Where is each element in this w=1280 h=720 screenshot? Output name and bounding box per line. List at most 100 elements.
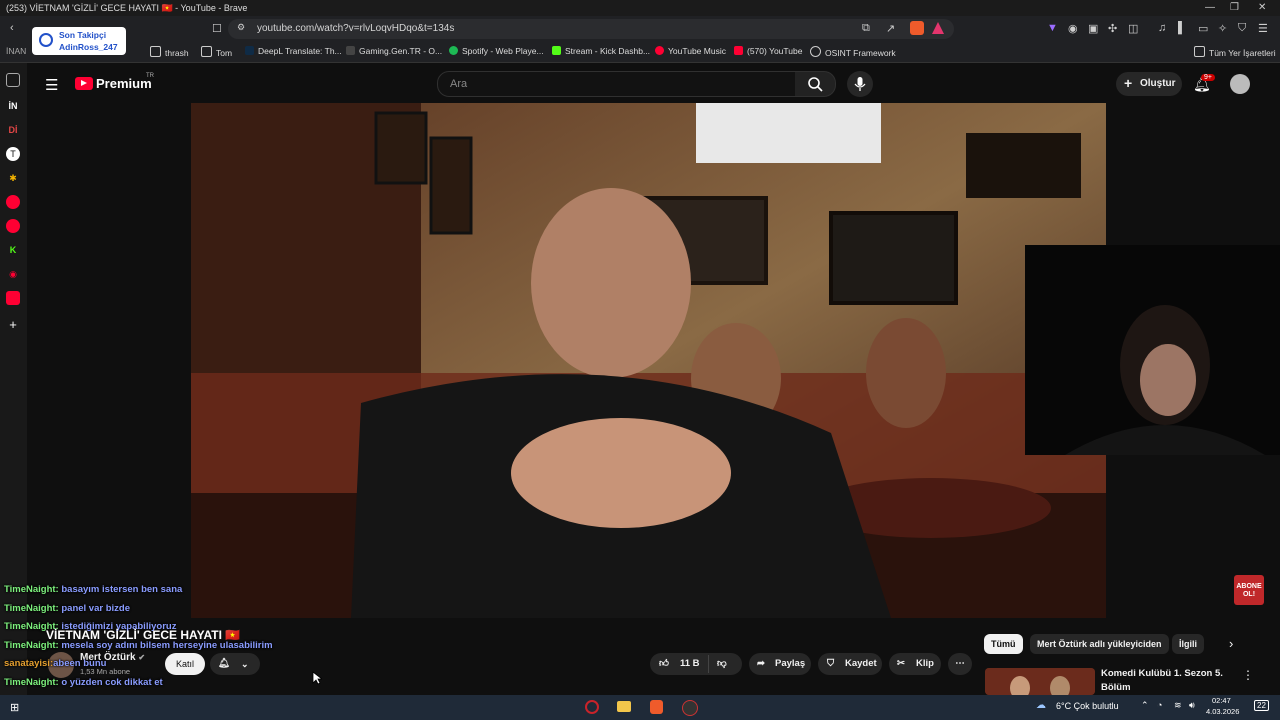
chevron-right-icon[interactable]: › bbox=[1229, 636, 1233, 651]
sidebar-toggle-icon[interactable]: ▌ bbox=[1178, 22, 1186, 34]
youtube-premium-logo[interactable]: Premium bbox=[96, 76, 152, 91]
webcam-overlay bbox=[1025, 245, 1280, 455]
bookmark-gaming[interactable]: Gaming.Gen.TR - O... bbox=[346, 46, 442, 56]
verified-icon: ✔ bbox=[138, 653, 146, 662]
recommended-title[interactable]: Komedi Kulübü 1. Sezon 5. bbox=[1101, 668, 1223, 679]
chip-from-uploader[interactable]: Mert Öztürk adlı yükleyiciden bbox=[1030, 634, 1169, 654]
region-code: TR bbox=[146, 73, 154, 79]
spotify-icon bbox=[449, 46, 458, 55]
bookmark-tom[interactable]: Tom bbox=[201, 46, 232, 58]
back-icon[interactable]: ‹ bbox=[10, 22, 14, 34]
sidebar-item-di[interactable]: Dİ bbox=[6, 123, 20, 137]
restore-icon[interactable]: ❐ bbox=[1230, 2, 1239, 13]
menu-icon[interactable]: ☰ bbox=[1258, 22, 1268, 35]
bookmark-youtube-music[interactable]: YouTube Music bbox=[655, 46, 726, 56]
notification-count-badge: 9+ bbox=[1201, 74, 1215, 81]
like-count[interactable]: 11 B bbox=[680, 653, 700, 675]
vpn-icon[interactable]: ▼ bbox=[1047, 22, 1058, 34]
minimize-icon[interactable]: — bbox=[1205, 2, 1215, 13]
sidebar-youtube-icon[interactable] bbox=[6, 195, 20, 209]
brave-shields-icon[interactable] bbox=[910, 21, 924, 35]
sidebar-youtube-icon[interactable] bbox=[6, 219, 20, 233]
deepl-icon bbox=[245, 46, 254, 55]
address-bar[interactable]: ⚙ youtube.com/watch?v=rlvLoqvHDqo&t=134s… bbox=[228, 19, 954, 39]
mouse-cursor-icon bbox=[312, 671, 322, 685]
save-icon: ⛉ bbox=[827, 658, 835, 669]
opera-icon[interactable] bbox=[585, 700, 599, 714]
bookmark-deepl[interactable]: DeepL Translate: Th... bbox=[245, 46, 342, 56]
file-explorer-icon[interactable] bbox=[617, 701, 631, 712]
dislike-icon[interactable]: 👎︎ bbox=[717, 653, 727, 675]
open-in-app-icon[interactable]: ⧉ bbox=[862, 22, 870, 35]
close-icon[interactable]: ✕ bbox=[1258, 2, 1266, 13]
chat-message: sanatayisi:abeen bunu bbox=[4, 658, 107, 669]
share-button[interactable]: ➦ Paylaş bbox=[749, 653, 811, 675]
more-actions-button[interactable]: ⋯ bbox=[948, 653, 972, 675]
browser-sidebar: İN Dİ T ✱ K ◉ + bbox=[0, 63, 27, 695]
notification-center-badge[interactable]: 22 bbox=[1254, 700, 1269, 711]
join-button[interactable]: Katıl bbox=[165, 653, 205, 675]
wallet-icon[interactable]: ▭ bbox=[1198, 22, 1208, 35]
brave-icon[interactable] bbox=[650, 700, 663, 714]
sidebar-app-icon[interactable]: T bbox=[6, 147, 20, 161]
search-button[interactable] bbox=[795, 71, 836, 97]
voice-search-button[interactable] bbox=[847, 71, 873, 97]
kick-icon bbox=[552, 46, 561, 55]
hamburger-menu-icon[interactable]: ☰ bbox=[45, 76, 58, 94]
bookmark-thrash[interactable]: thrash bbox=[150, 46, 189, 58]
save-button[interactable]: ⛉ Kaydet bbox=[818, 653, 882, 675]
shield-icon[interactable]: ⛉ bbox=[1238, 22, 1246, 35]
chip-all[interactable]: Tümü bbox=[984, 634, 1023, 654]
sidebar-item-in[interactable]: İN bbox=[6, 99, 20, 113]
microphone-icon bbox=[854, 77, 866, 91]
avatar[interactable] bbox=[1230, 74, 1250, 94]
video-frame bbox=[191, 103, 1106, 618]
sidebar-app-icon[interactable]: ✱ bbox=[6, 171, 20, 185]
sidebar-add-icon[interactable]: + bbox=[6, 318, 20, 332]
extension-icon[interactable]: ◫ bbox=[1128, 22, 1138, 35]
sidebar-music-icon[interactable]: ◉ bbox=[6, 267, 20, 281]
sidebar-panel-icon[interactable] bbox=[6, 73, 20, 87]
video-player[interactable] bbox=[191, 103, 1106, 618]
recommended-thumbnail[interactable] bbox=[985, 668, 1095, 695]
clock-date[interactable]: 4.03.2026 bbox=[1206, 707, 1239, 716]
site-info-icon[interactable]: ⚙ bbox=[237, 22, 245, 33]
share-page-icon[interactable]: ↗ bbox=[886, 22, 895, 35]
tray-expand-icon[interactable]: ⌃ bbox=[1141, 700, 1149, 711]
sidebar-youtube-icon[interactable] bbox=[6, 291, 20, 305]
wifi-icon[interactable]: ≋ bbox=[1174, 700, 1182, 711]
bookmark-spotify[interactable]: Spotify - Web Playe... bbox=[449, 46, 544, 56]
obs-icon[interactable] bbox=[682, 700, 698, 716]
puzzle-icon[interactable]: ✣ bbox=[1108, 22, 1117, 35]
clip-button[interactable]: ✂ Klip bbox=[889, 653, 941, 675]
sidebar-kick-icon[interactable]: K bbox=[6, 243, 20, 257]
share-label: Paylaş bbox=[775, 658, 806, 669]
bookmarks-bar: İNAN thrash Tom DeepL Translate: Th... G… bbox=[0, 42, 1280, 63]
all-bookmarks[interactable]: Tüm Yer İşaretleri bbox=[1194, 46, 1276, 58]
bell-icon: 🔔︎ bbox=[218, 658, 231, 669]
weather-text[interactable]: 6°C Çok bulutlu bbox=[1056, 701, 1119, 711]
search-input[interactable]: Ara bbox=[437, 71, 797, 97]
chip-related[interactable]: İlgili bbox=[1172, 634, 1204, 654]
media-icon[interactable]: ♫ bbox=[1158, 22, 1166, 34]
windows-start-icon[interactable]: ⊞ bbox=[10, 701, 19, 714]
volume-icon[interactable]: 🔊︎ bbox=[1189, 700, 1195, 711]
bookmark-youtube[interactable]: (570) YouTube bbox=[734, 46, 802, 56]
extension-icon[interactable]: ▣ bbox=[1088, 22, 1098, 35]
subscription-notifications-button[interactable]: 🔔︎ ⌄ bbox=[210, 653, 260, 675]
bookmark-kick[interactable]: Stream - Kick Dashb... bbox=[552, 46, 650, 56]
clock-time[interactable]: 02:47 bbox=[1212, 696, 1231, 705]
more-vertical-icon[interactable]: ⋮ bbox=[1242, 668, 1254, 682]
bookmark-page-icon[interactable]: ☐ bbox=[212, 22, 222, 35]
network-icon[interactable]: ◔ bbox=[1157, 700, 1162, 710]
create-button[interactable]: + Oluştur bbox=[1116, 72, 1182, 96]
thumbnail-image bbox=[985, 668, 1095, 695]
create-label: Oluştur bbox=[1140, 78, 1176, 89]
extension-icon[interactable]: ◉ bbox=[1068, 22, 1078, 35]
bookmark-osint[interactable]: OSINT Framework bbox=[810, 46, 896, 58]
window-title: (253) VİETNAM 'GİZLİ' GECE HAYATI 🇻🇳 - Y… bbox=[6, 3, 248, 13]
brave-rewards-icon[interactable] bbox=[932, 22, 944, 34]
recommended-title-cont[interactable]: Bölüm bbox=[1101, 682, 1131, 693]
like-icon[interactable]: 👍︎ bbox=[659, 653, 669, 675]
leo-ai-icon[interactable]: ✧ bbox=[1218, 22, 1227, 35]
